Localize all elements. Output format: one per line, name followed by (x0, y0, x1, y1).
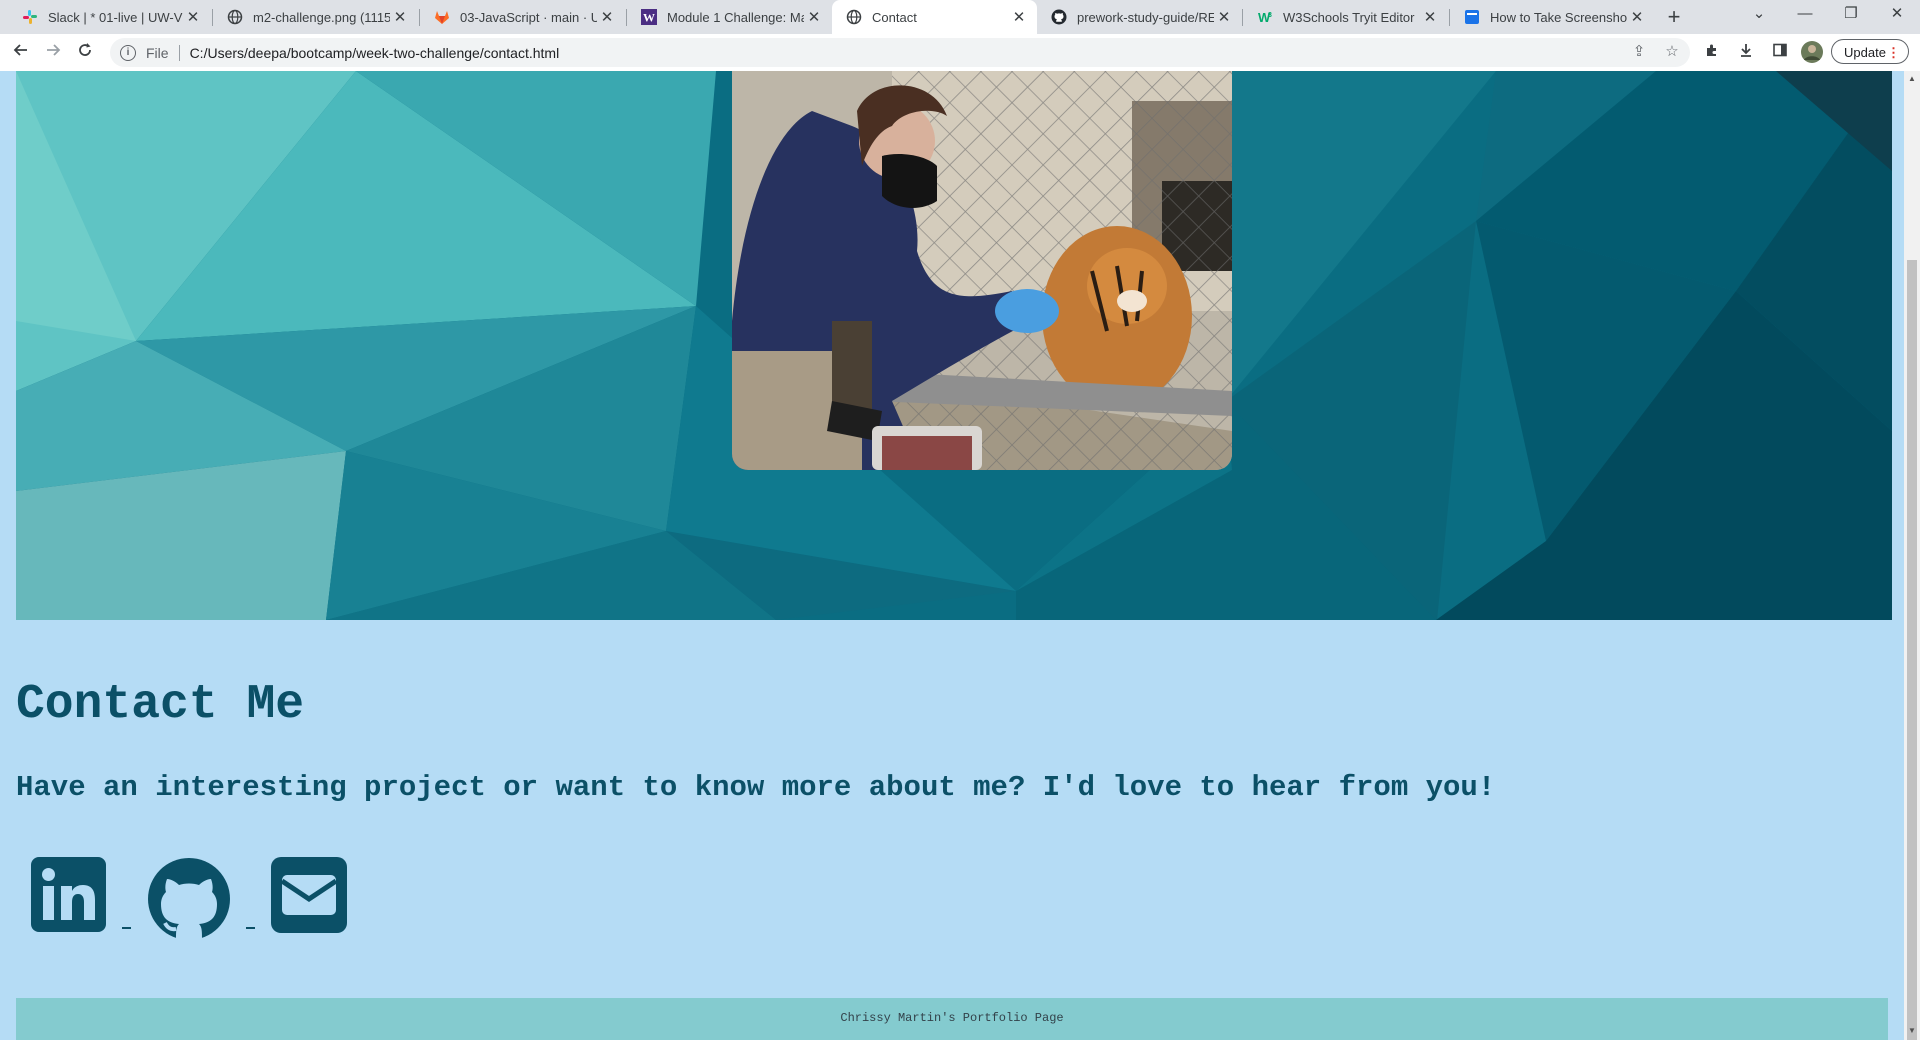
link-underline (122, 927, 131, 929)
page-footer: Chrissy Martin's Portfolio Page (16, 998, 1888, 1040)
close-tab-icon[interactable]: ✕ (597, 8, 617, 26)
extensions-icon[interactable] (1702, 42, 1722, 62)
close-tab-icon[interactable]: ✕ (1009, 8, 1029, 26)
bookmark-star-icon[interactable]: ☆ (1662, 42, 1682, 62)
link-underline (246, 927, 255, 929)
update-label: Update (1844, 45, 1886, 60)
w3schools-icon: W3 (1257, 9, 1273, 25)
profile-avatar[interactable] (1800, 40, 1824, 64)
tab-module1[interactable]: W Module 1 Challenge: Marti ✕ (627, 0, 832, 34)
svg-text:3: 3 (1268, 12, 1272, 19)
page-title: Contact Me (16, 678, 305, 732)
browser-chrome: Slack | * 01-live | UW-VIRT ✕ m2-challen… (0, 0, 1920, 72)
tab-search-icon[interactable]: ⌄ (1736, 0, 1782, 30)
tab-title: How to Take Screenshots c (1490, 9, 1627, 25)
tab-javascript[interactable]: 03-JavaScript · main · UWA ✕ (420, 0, 625, 34)
doc-icon (1464, 9, 1480, 25)
globe-icon (846, 9, 862, 25)
update-button[interactable]: Update ⋮ (1831, 39, 1909, 64)
address-bar[interactable]: i File C:/Users/deepa/bootcamp/week-two-… (110, 38, 1690, 67)
email-icon (271, 857, 347, 933)
tab-title: prework-study-guide/REAI (1077, 9, 1214, 25)
new-tab-button[interactable]: + (1661, 4, 1687, 30)
tab-prework[interactable]: prework-study-guide/REAI ✕ (1037, 0, 1242, 34)
site-info-icon[interactable]: i (120, 44, 136, 61)
close-window-button[interactable]: ✕ (1874, 0, 1920, 30)
close-tab-icon[interactable]: ✕ (1214, 8, 1234, 26)
url-text: C:/Users/deepa/bootcamp/week-two-challen… (189, 44, 560, 61)
close-tab-icon[interactable]: ✕ (183, 8, 203, 26)
close-tab-icon[interactable]: ✕ (390, 8, 410, 26)
scroll-down-arrow[interactable]: ▼ (1906, 1026, 1918, 1035)
close-tab-icon[interactable]: ✕ (1420, 8, 1440, 26)
web-page: Contact Me Have an interesting project o… (0, 71, 1904, 1040)
tab-w3schools[interactable]: W3 W3Schools Tryit Editor ✕ (1243, 0, 1448, 34)
back-button[interactable] (8, 39, 34, 65)
close-tab-icon[interactable]: ✕ (804, 8, 824, 26)
tab-title: Contact (872, 9, 917, 25)
address-divider (178, 44, 180, 61)
w-icon: W (641, 9, 657, 25)
gitlab-icon (434, 9, 450, 25)
minimize-button[interactable]: — (1782, 0, 1828, 30)
downloads-icon[interactable] (1736, 42, 1756, 62)
more-menu-icon[interactable]: ⋮ (1887, 40, 1900, 65)
github-link[interactable] (147, 857, 231, 940)
tab-screenshots[interactable]: How to Take Screenshots c ✕ (1450, 0, 1655, 34)
tab-title: Module 1 Challenge: Marti (667, 9, 804, 25)
tab-contact[interactable]: Contact ✕ (832, 0, 1037, 34)
linkedin-link[interactable] (31, 857, 106, 937)
globe-icon (227, 9, 243, 25)
close-tab-icon[interactable]: ✕ (1627, 8, 1647, 26)
share-icon[interactable]: ⇪ (1629, 42, 1649, 62)
side-panel-icon[interactable] (1770, 42, 1790, 62)
footer-text: Chrissy Martin's Portfolio Page (840, 1011, 1064, 1025)
browser-toolbar: i File C:/Users/deepa/bootcamp/week-two-… (0, 34, 1920, 72)
reload-button[interactable] (72, 39, 98, 65)
tab-m2-challenge[interactable]: m2-challenge.png (1115×1 ✕ (213, 0, 418, 34)
tab-title: W3Schools Tryit Editor (1283, 9, 1415, 25)
hero-banner (16, 71, 1892, 620)
github-icon (148, 858, 230, 940)
tab-title: m2-challenge.png (1115×1 (253, 9, 390, 25)
tab-slack[interactable]: Slack | * 01-live | UW-VIRT ✕ (8, 0, 211, 34)
scrollbar-thumb[interactable] (1907, 260, 1917, 1040)
tab-strip: Slack | * 01-live | UW-VIRT ✕ m2-challen… (0, 0, 1920, 34)
restore-button[interactable]: ❐ (1828, 0, 1874, 30)
slack-icon (22, 9, 38, 25)
scroll-up-arrow[interactable]: ▲ (1906, 74, 1918, 83)
email-link[interactable] (271, 857, 347, 937)
svg-text:W: W (643, 11, 655, 25)
linkedin-icon (31, 857, 106, 932)
url-scheme: File (146, 44, 169, 61)
tab-title: Slack | * 01-live | UW-VIRT (48, 9, 183, 25)
forward-button[interactable] (40, 39, 66, 65)
profile-photo (732, 71, 1232, 470)
github-icon (1051, 9, 1067, 25)
tab-title: 03-JavaScript · main · UWA (460, 9, 597, 25)
page-subtitle: Have an interesting project or want to k… (16, 771, 1496, 804)
